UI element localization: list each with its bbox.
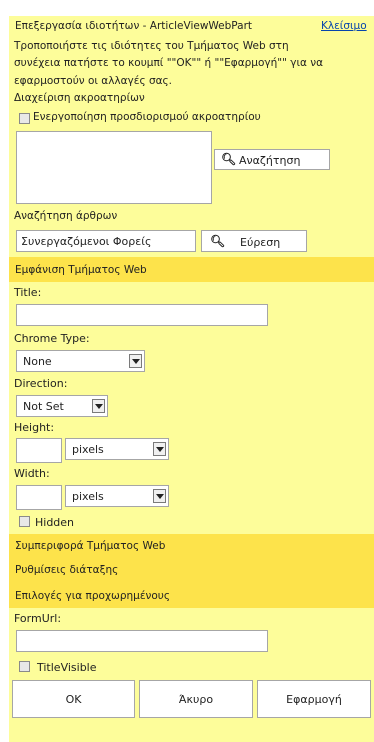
behavior-header-label: Συμπεριφορά Τμήματος Web xyxy=(15,540,166,552)
height-unit-value: pixels xyxy=(72,443,104,456)
audience-checkbox-label: Ενεργοποίηση προσδιορισμού ακροατηρίου xyxy=(33,111,261,123)
apply-button[interactable]: Εφαρμογή xyxy=(257,680,371,718)
intro-line-3: εφαρμοστούν οι αλλαγές σας. xyxy=(14,75,173,87)
width-unit-value: pixels xyxy=(72,490,104,503)
panel-title: Επεξεργασία ιδιοτήτων - ArticleViewWebPa… xyxy=(15,20,253,32)
hidden-checkbox[interactable] xyxy=(19,516,30,527)
formurl-label: FormUrl: xyxy=(14,612,62,625)
search-icon: 🔍︎ xyxy=(221,152,237,166)
title-input[interactable] xyxy=(16,304,268,326)
titlevisible-checkbox[interactable] xyxy=(19,661,30,672)
audience-section-label: Διαχείριση ακροατηρίων xyxy=(14,92,145,104)
chevron-down-icon xyxy=(153,442,166,456)
layout-header-label[interactable]: Ρυθμίσεις διάταξης xyxy=(15,564,118,576)
intro-line-2: συνέχεια πατήστε το κουμπί ""OK"" ή ""Εφ… xyxy=(14,57,324,69)
titlevisible-label: TitleVisible xyxy=(37,661,97,674)
intro-line-1: Τροποποιήστε τις ιδιότητες του Τμήματος … xyxy=(14,40,289,52)
chevron-down-icon xyxy=(153,489,166,503)
article-search-input[interactable]: Συνεργαζόμενοι Φορείς xyxy=(16,230,196,252)
advanced-header-label[interactable]: Επιλογές για προχωρημένους xyxy=(15,590,170,602)
search-icon: 🔍︎ xyxy=(210,234,226,248)
behavior-section-header[interactable]: Συμπεριφορά Τμήματος Web Ρυθμίσεις διάτα… xyxy=(9,534,374,608)
height-label: Height: xyxy=(14,421,55,434)
audience-search-label: Αναζήτηση xyxy=(239,154,301,167)
height-input[interactable] xyxy=(16,438,62,463)
apply-button-label: Εφαρμογή xyxy=(286,693,342,706)
webpart-properties-panel: Επεξεργασία ιδιοτήτων - ArticleViewWebPa… xyxy=(9,16,374,742)
ok-button-label: OK xyxy=(65,693,82,706)
chrome-type-select[interactable]: None xyxy=(16,350,145,372)
chrome-type-value: None xyxy=(23,355,52,368)
article-search-label: Αναζήτηση άρθρων xyxy=(14,210,118,222)
audience-textarea[interactable] xyxy=(16,131,212,204)
width-unit-select[interactable]: pixels xyxy=(65,485,169,507)
appearance-section-header[interactable]: Εμφάνιση Τμήματος Web xyxy=(9,257,374,282)
formurl-input[interactable] xyxy=(16,630,268,652)
cancel-button[interactable]: Άκυρο xyxy=(139,680,253,718)
chrome-type-label: Chrome Type: xyxy=(14,332,90,345)
width-input[interactable] xyxy=(16,485,62,510)
close-link[interactable]: Κλείσιμο xyxy=(321,20,367,32)
chevron-down-icon xyxy=(129,354,142,368)
find-button[interactable]: 🔍︎ Εύρεση xyxy=(201,230,307,252)
height-unit-select[interactable]: pixels xyxy=(65,438,169,460)
find-button-label: Εύρεση xyxy=(240,236,281,249)
direction-label: Direction: xyxy=(14,377,68,390)
audience-checkbox[interactable] xyxy=(19,113,30,124)
chevron-down-icon xyxy=(92,399,105,413)
direction-select[interactable]: Not Set xyxy=(16,395,108,417)
panel-header: Επεξεργασία ιδιοτήτων - ArticleViewWebPa… xyxy=(9,16,374,36)
appearance-header-label: Εμφάνιση Τμήματος Web xyxy=(15,264,147,276)
ok-button[interactable]: OK xyxy=(12,680,135,718)
direction-value: Not Set xyxy=(23,400,64,413)
hidden-label: Hidden xyxy=(35,516,75,529)
title-label: Title: xyxy=(14,286,42,299)
audience-search-button[interactable]: 🔍︎ Αναζήτηση xyxy=(214,149,330,170)
cancel-button-label: Άκυρο xyxy=(178,693,214,706)
width-label: Width: xyxy=(14,467,50,480)
